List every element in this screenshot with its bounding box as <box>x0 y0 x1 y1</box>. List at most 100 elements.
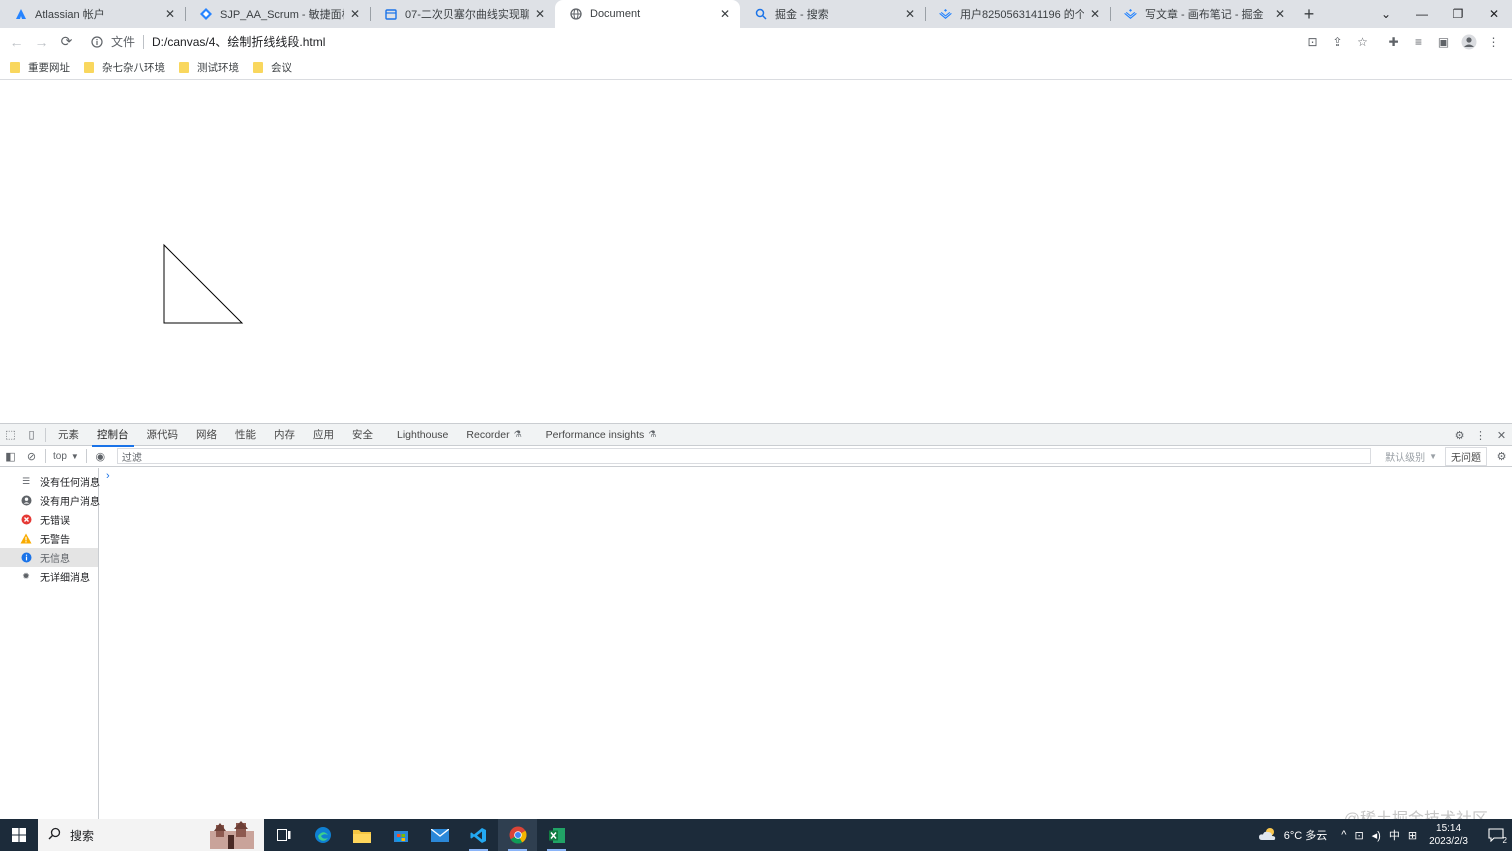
restore-button[interactable]: ❐ <box>1440 0 1476 28</box>
volume-icon[interactable]: ◂) <box>1372 829 1381 842</box>
network-icon[interactable]: ⊡ <box>1354 829 1363 842</box>
weather-text: 6°C 多云 <box>1283 830 1328 842</box>
new-tab-button[interactable]: + <box>1295 0 1323 28</box>
tab-bezier[interactable]: 07-二次贝塞尔曲线实现聊天气泡 ✕ <box>370 0 555 28</box>
close-icon[interactable]: ✕ <box>1088 7 1102 21</box>
device-toolbar-icon[interactable]: ▯ <box>21 424 42 446</box>
bookmark-label: 重要网址 <box>28 61 70 74</box>
tab-atlassian[interactable]: Atlassian 帐户 ✕ <box>0 0 185 28</box>
edge-icon[interactable] <box>303 819 342 851</box>
bookmark-star-icon[interactable]: ☆ <box>1350 29 1375 54</box>
reload-button[interactable]: ⟳ <box>54 29 79 54</box>
inspect-element-icon[interactable]: ⬚ <box>0 424 21 446</box>
bookmark-folder[interactable]: 会议 <box>253 60 292 75</box>
clear-console-icon[interactable]: ⊘ <box>21 445 42 467</box>
juejin-icon <box>939 8 952 21</box>
context-selector[interactable]: top ▼ <box>49 446 83 467</box>
info-icon[interactable] <box>89 34 105 50</box>
tab-recorder[interactable]: Recorder ⚗ <box>457 424 530 446</box>
bookmark-folder[interactable]: 重要网址 <box>10 60 70 75</box>
tab-user-profile[interactable]: 用户8250563141196 的个人主页 ✕ <box>925 0 1110 28</box>
sidebar-item-errors[interactable]: 无错误 <box>0 510 98 529</box>
tab-memory[interactable]: 内存 <box>265 424 304 446</box>
tab-sources[interactable]: 源代码 <box>138 424 188 446</box>
address-bar[interactable]: 文件 D:/canvas/4、绘制折线线段.html <box>89 30 325 54</box>
close-icon[interactable]: ✕ <box>348 7 362 21</box>
menu-kebab-icon[interactable]: ⋮ <box>1481 29 1506 54</box>
close-icon[interactable]: ✕ <box>163 7 177 21</box>
share-icon[interactable]: ⇪ <box>1325 29 1350 54</box>
weather-widget[interactable]: 6°C 多云 <box>1258 827 1328 844</box>
bookmark-folder[interactable]: 杂七杂八环境 <box>84 60 165 75</box>
cloud-icon <box>1258 827 1278 844</box>
sidebar-item-verbose[interactable]: ✹ 无详细消息 <box>0 567 98 586</box>
search-highlight-illustration <box>210 821 254 849</box>
mail-icon[interactable] <box>420 819 459 851</box>
forward-button[interactable]: → <box>29 29 54 54</box>
tab-security[interactable]: 安全 <box>343 424 382 446</box>
more-options-icon[interactable]: ⋮ <box>1470 424 1491 446</box>
tab-network[interactable]: 网络 <box>187 424 226 446</box>
tab-performance-insights[interactable]: Performance insights ⚗ <box>537 424 666 446</box>
close-devtools-icon[interactable]: ✕ <box>1491 424 1512 446</box>
tab-performance[interactable]: 性能 <box>226 424 265 446</box>
microsoft-store-icon[interactable] <box>381 819 420 851</box>
show-hidden-icons-chevron-icon[interactable]: ^ <box>1341 829 1346 841</box>
bookmark-folder[interactable]: 测试环境 <box>179 60 239 75</box>
tab-jira[interactable]: SJP_AA_Scrum - 敏捷面板 - Jir ✕ <box>185 0 370 28</box>
levels-label: 默认级别 <box>1385 452 1426 464</box>
sidebar-item-user-messages[interactable]: 没有用户消息 <box>0 491 100 510</box>
windows-start-icon[interactable] <box>0 819 38 851</box>
console-settings-gear-icon[interactable]: ⚙ <box>1491 445 1512 467</box>
file-explorer-icon[interactable] <box>342 819 381 851</box>
close-icon[interactable]: ✕ <box>718 7 732 21</box>
url-text[interactable]: D:/canvas/4、绘制折线线段.html <box>152 33 325 50</box>
clock[interactable]: 15:14 2023/2/3 <box>1429 822 1468 848</box>
live-expression-eye-icon[interactable]: ◉ <box>90 445 111 467</box>
task-view-icon[interactable] <box>264 819 303 851</box>
close-icon[interactable]: ✕ <box>903 7 917 21</box>
vscode-icon[interactable] <box>459 819 498 851</box>
reading-list-icon[interactable]: ≡ <box>1406 29 1431 54</box>
profile-avatar[interactable] <box>1456 29 1481 54</box>
windows-taskbar: 搜索 6°C 多云 ^ ⊡ ◂) 中 ⊞ 15:14 2023/2/3 2 <box>0 819 1512 851</box>
close-icon[interactable]: ✕ <box>1273 7 1287 21</box>
tab-application[interactable]: 应用 <box>304 424 343 446</box>
sidebar-item-warnings[interactable]: 无警告 <box>0 529 98 548</box>
notification-center-icon[interactable]: 2 <box>1480 819 1512 851</box>
tab-title: 掘金 - 搜索 <box>775 9 829 21</box>
tab-search-chevron-icon[interactable]: ⌄ <box>1368 0 1404 28</box>
filter-input[interactable]: 过滤 <box>116 448 1372 464</box>
ime-indicator[interactable]: 中 <box>1389 827 1400 843</box>
close-icon[interactable]: ✕ <box>533 7 547 21</box>
extensions-icon[interactable]: ✚ <box>1381 29 1406 54</box>
jira-icon <box>199 8 212 21</box>
log-levels-dropdown[interactable]: 默认级别 ▼ <box>1377 449 1445 464</box>
tab-document[interactable]: Document ✕ <box>555 0 740 28</box>
atlassian-icon <box>14 8 27 21</box>
tab-console[interactable]: 控制台 <box>88 424 138 447</box>
tab-lighthouse[interactable]: Lighthouse <box>388 424 457 446</box>
sidebar-item-messages[interactable]: ☰ 没有任何消息 <box>0 472 100 491</box>
side-panel-icon[interactable]: ▣ <box>1431 29 1456 54</box>
tab-elements[interactable]: 元素 <box>49 424 88 446</box>
issues-button[interactable]: 无问题 <box>1445 446 1487 466</box>
keyboard-layout-icon[interactable]: ⊞ <box>1408 829 1417 842</box>
tab-title: Document <box>590 8 641 20</box>
tab-juejin-search[interactable]: 掘金 - 搜索 ✕ <box>740 0 925 28</box>
console-output[interactable]: › <box>100 468 1512 820</box>
minimize-button[interactable]: — <box>1404 0 1440 28</box>
tab-title: 写文章 - 画布笔记 - 掘金 <box>1145 9 1264 21</box>
console-toolbar: ◧ ⊘ top ▼ ◉ 过滤 默认级别 ▼ 无问题 ⚙ <box>0 446 1512 467</box>
excel-icon[interactable] <box>537 819 576 851</box>
taskbar-search-box[interactable]: 搜索 <box>38 819 264 851</box>
chrome-icon[interactable] <box>498 819 537 851</box>
translate-icon[interactable]: ⊡ <box>1300 29 1325 54</box>
close-window-button[interactable]: ✕ <box>1476 0 1512 28</box>
sidebar-toggle-icon[interactable]: ◧ <box>0 445 21 467</box>
devtools-panel: ⬚ ▯ 元素 控制台 源代码 网络 性能 内存 应用 安全 Lighthouse… <box>0 423 1512 820</box>
settings-gear-icon[interactable]: ⚙ <box>1449 424 1470 446</box>
back-button[interactable]: ← <box>4 29 29 54</box>
sidebar-item-info[interactable]: 无信息 <box>0 548 98 567</box>
tab-write-article[interactable]: 写文章 - 画布笔记 - 掘金 ✕ <box>1110 0 1295 28</box>
